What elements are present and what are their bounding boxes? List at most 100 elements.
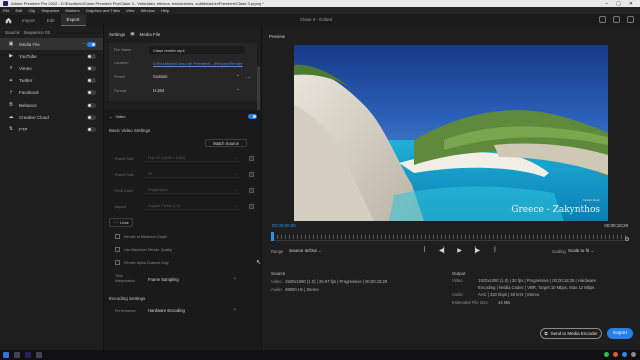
destination-toggle[interactable]: [87, 78, 96, 84]
send-label: Send to Media Encoder: [550, 331, 598, 336]
preset-more-icon[interactable]: ⋯: [246, 75, 251, 81]
destination-toggle[interactable]: [87, 53, 96, 59]
tray-clock-icon[interactable]: [631, 352, 636, 357]
settings-header: Settings: [109, 31, 126, 37]
home-icon[interactable]: [0, 14, 16, 26]
destination-behance[interactable]: B Behance: [0, 99, 103, 111]
os-taskbar: [0, 350, 640, 360]
destination-toggle[interactable]: [87, 102, 96, 108]
workspace-bar: Import Edit Export Clase 3 - Edited: [0, 14, 640, 26]
location-label: Location: [114, 61, 129, 65]
menu-clip[interactable]: Clip: [28, 8, 35, 13]
destination-twitter[interactable]: ✦ Twitter: [0, 75, 103, 87]
out-point-handle[interactable]: [625, 237, 629, 241]
menu-file[interactable]: File: [3, 8, 9, 13]
tray-blue-icon[interactable]: [622, 352, 627, 357]
file-size-key: Estimated File Size: [452, 300, 488, 305]
destination-creative-cloud[interactable]: ☁ Creative Cloud: [0, 111, 103, 123]
destination-media-file[interactable]: ▣ Media File ⋯: [0, 38, 103, 51]
performance-select[interactable]: Hardware Encoding: [144, 306, 240, 314]
video-section: ⌄ Video Basic Video Settings Match Sourc…: [104, 110, 261, 350]
frame-size-checkbox[interactable]: [249, 156, 254, 161]
destination-toggle[interactable]: [87, 114, 96, 120]
basic-video-settings-title: Basic Video Settings: [109, 128, 151, 133]
export-button[interactable]: Export: [607, 328, 633, 339]
menu-graphics[interactable]: Graphics and Titles: [86, 8, 120, 13]
destination-facebook[interactable]: f Facebook: [0, 87, 103, 99]
destination-toggle[interactable]: [87, 126, 96, 132]
preset-select[interactable]: Custom: [149, 72, 243, 80]
scaling-select[interactable]: Scale to fit: [568, 248, 594, 254]
step-back-icon[interactable]: ◀▏: [439, 247, 448, 254]
collapse-icon[interactable]: ⌄: [109, 114, 112, 119]
quick-export-icon[interactable]: [599, 16, 606, 23]
tray-green-icon[interactable]: [604, 352, 609, 357]
explorer-icon[interactable]: [36, 352, 42, 358]
destination-label: Creative Cloud: [19, 114, 49, 120]
output-info-header: Output: [452, 271, 466, 276]
tab-edit[interactable]: Edit: [41, 14, 61, 26]
format-select[interactable]: H.264: [149, 86, 243, 94]
menu-markers[interactable]: Markers: [65, 8, 79, 13]
timeline-scrubber[interactable]: [271, 232, 629, 241]
timecode-current: 00;00;00;00: [272, 223, 296, 228]
tray-orange-icon[interactable]: [613, 352, 618, 357]
close-icon[interactable]: ✕: [629, 1, 633, 7]
performance-label: Performance: [115, 309, 136, 313]
start-icon[interactable]: [3, 352, 9, 358]
menu-edit[interactable]: Edit: [15, 8, 22, 13]
fullscreen-icon[interactable]: [627, 16, 634, 23]
mark-out-icon[interactable]: ⎹: [489, 247, 495, 254]
field-order-checkbox[interactable]: [249, 188, 254, 193]
mark-in-icon[interactable]: ⎸: [424, 247, 430, 254]
settings-panel: Settings ▣ Media File File Name Clase re…: [104, 26, 262, 350]
frame-rate-label: Frame Rate: [115, 173, 134, 177]
taskbar-search-icon[interactable]: [14, 352, 20, 358]
frame-rate-select[interactable]: 30: [144, 170, 240, 178]
file-size-value: 44 MB: [498, 300, 511, 305]
less-button[interactable]: ⋯ Less: [109, 218, 134, 227]
aspect-select[interactable]: Square Pixels (1.0): [144, 202, 240, 210]
tab-import[interactable]: Import: [16, 14, 41, 26]
file-name-field[interactable]: Clase render.mp4: [149, 46, 245, 54]
destination-toggle[interactable]: [87, 41, 96, 47]
destination-ftp[interactable]: ⇅ FTP: [0, 123, 103, 135]
menu-view[interactable]: View: [126, 8, 135, 13]
source-selector[interactable]: Source: Sequence 02: [0, 26, 103, 38]
progress-icon[interactable]: [613, 16, 620, 23]
destination-youtube[interactable]: ▶ YouTube: [0, 50, 103, 62]
video-toggle[interactable]: [248, 114, 257, 119]
premiere-taskbar-icon[interactable]: [25, 352, 31, 358]
playhead[interactable]: [271, 232, 274, 241]
play-icon[interactable]: ▶: [457, 247, 462, 254]
location-link[interactable]: D:\Escritorio\Curso de Premiere\...\Rend…: [149, 59, 245, 67]
source-audio-key: Audio: [271, 287, 282, 292]
aspect-checkbox[interactable]: [249, 204, 254, 209]
menu-window[interactable]: Window: [141, 8, 155, 13]
field-order-select[interactable]: Progressive: [144, 186, 240, 194]
render-alpha-checkbox[interactable]: [115, 260, 120, 265]
minimize-icon[interactable]: –: [605, 1, 608, 7]
source-label: Source:: [5, 29, 21, 35]
range-select[interactable]: Source In/Out: [289, 248, 322, 254]
aspect-label: Aspect: [115, 205, 126, 209]
frame-size-select[interactable]: Full HD (1920 x 1080): [144, 154, 240, 162]
max-render-quality-checkbox[interactable]: [115, 247, 120, 252]
destination-vimeo[interactable]: v Vimeo: [0, 62, 103, 74]
source-info: Source Video 1920x1080 (1.0) | 29.97 fps …: [271, 270, 387, 294]
step-forward-icon[interactable]: ▕▶: [471, 247, 480, 254]
frame-size-label: Frame Size: [115, 157, 134, 161]
send-to-media-encoder-button[interactable]: ⧉ Send to Media Encoder: [540, 328, 602, 339]
video-caption: Greece - Zakynthos: [511, 205, 600, 215]
destination-toggle[interactable]: [87, 90, 96, 96]
time-interp-select[interactable]: Frame Sampling: [144, 275, 240, 283]
match-source-button[interactable]: Match Source: [205, 139, 247, 147]
field-order-label: Field Order: [115, 189, 133, 193]
destination-toggle[interactable]: [87, 65, 96, 71]
maximize-icon[interactable]: ▢: [616, 1, 621, 7]
frame-rate-checkbox[interactable]: [249, 172, 254, 177]
render-max-depth-checkbox[interactable]: [115, 234, 120, 239]
tab-export[interactable]: Export: [60, 14, 86, 26]
menu-help[interactable]: Help: [161, 8, 169, 13]
menu-sequence[interactable]: Sequence: [41, 8, 59, 13]
